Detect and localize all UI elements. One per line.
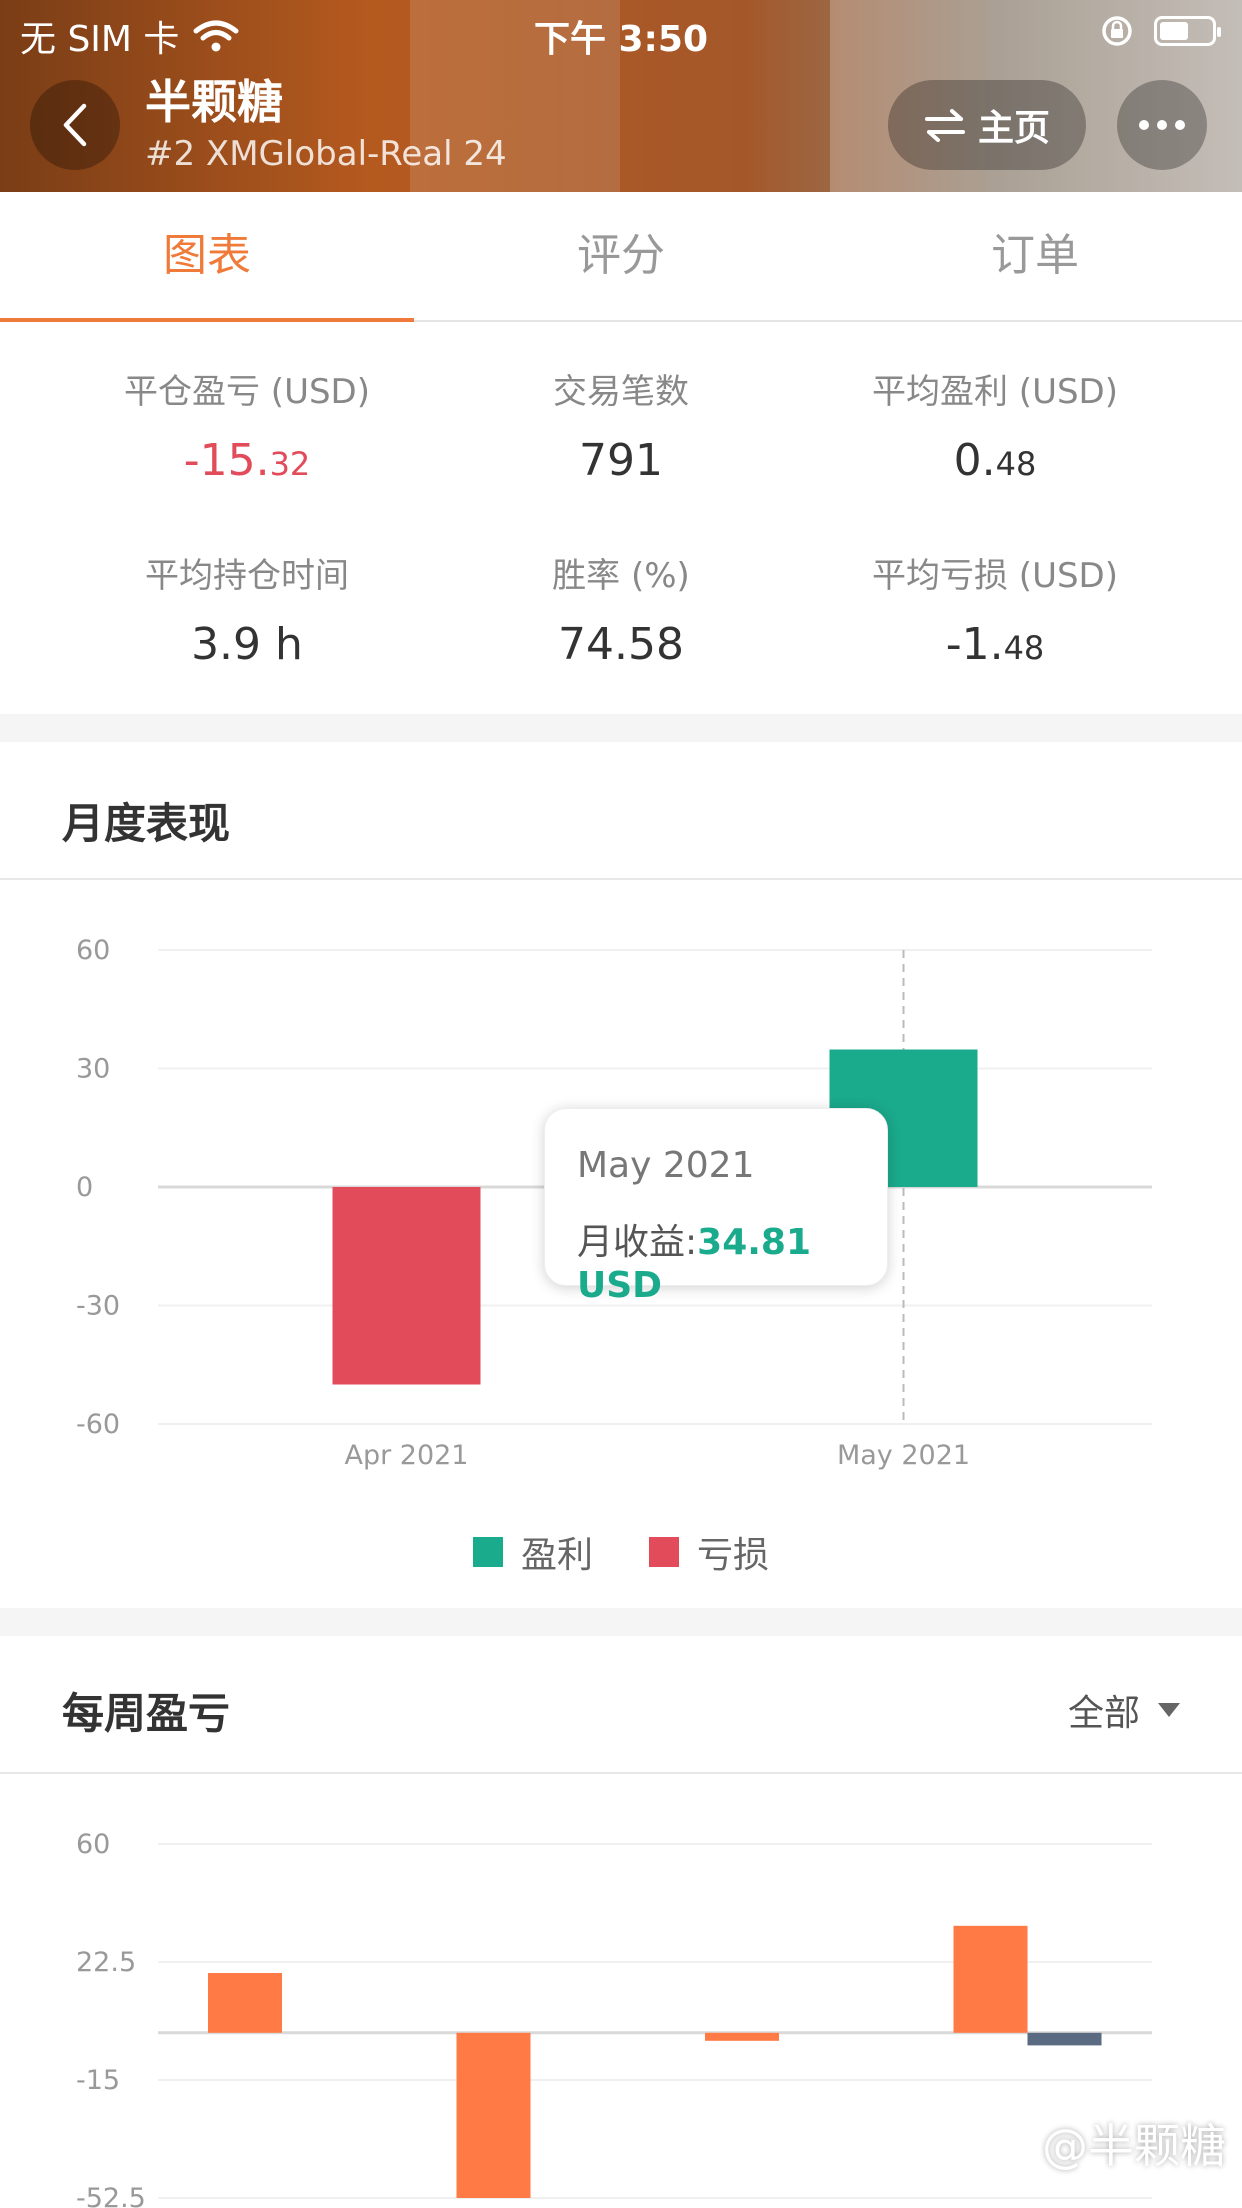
weekly-bar (456, 2032, 531, 2198)
stat-value: 0.48 (953, 435, 1037, 486)
stat-value: 791 (579, 435, 663, 486)
stat-value: 74.58 (558, 619, 684, 670)
page-title: 半颗糖 (145, 75, 283, 129)
account-subtitle: #2 XMGlobal-Real 24 (145, 134, 507, 174)
x-tick-label: May 2021 (837, 1440, 970, 1471)
chart-tooltip: May 2021 月收益:34.81 USD (544, 1108, 888, 1306)
weekly-bar (953, 1925, 1028, 2033)
section-title: 月度表现 (62, 799, 231, 848)
rotation-lock-icon (1102, 16, 1132, 46)
stat-avg-profit: 平均盈利 (USD) 0.48 (788, 364, 1202, 486)
weekly-bar (1027, 2032, 1102, 2046)
section-divider (0, 878, 1242, 880)
tab-orders[interactable]: 订单 (828, 192, 1242, 322)
y-tick-label: -52.5 (76, 2183, 146, 2208)
legend-swatch (649, 1537, 679, 1567)
weekly-bar (208, 1973, 282, 2033)
stat-label: 交易笔数 (553, 372, 689, 412)
legend-swatch (472, 1537, 503, 1567)
watermark: @半颗糖 (1042, 2119, 1226, 2173)
weekly-bar (705, 2032, 779, 2041)
y-tick-label: -30 (76, 1291, 120, 1322)
stat-avg-loss: 平均亏损 (USD) -1.48 (788, 548, 1202, 670)
stat-value: -15.32 (183, 435, 311, 486)
tooltip-value: 月收益:34.81 USD (577, 1222, 812, 1306)
legend-item-loss[interactable]: 亏损 (649, 1526, 769, 1578)
profile-header: 无 SIM 卡 下午 3:50 半颗糖 #2 XMGlobal-Real 24 (0, 0, 1242, 192)
chevron-left-icon (63, 103, 87, 147)
swap-arrows-icon (924, 109, 965, 142)
stat-value: 3.9 h (191, 619, 303, 670)
stat-avg-hold-time: 平均持仓时间 3.9 h (40, 548, 454, 670)
y-tick-label: -60 (76, 1409, 120, 1440)
back-button[interactable] (30, 80, 120, 170)
period-filter-dropdown[interactable]: 全部 (1068, 1684, 1180, 1736)
stat-value: -1.48 (945, 619, 1045, 670)
section-title: 每周盈亏 (62, 1689, 231, 1738)
chart-legend: 盈利 亏损 (0, 1526, 1242, 1578)
y-tick-label: 30 (76, 1054, 110, 1085)
y-tick-label: -15 (76, 2065, 120, 2096)
home-button-label: 主页 (977, 108, 1050, 149)
tab-chart[interactable]: 图表 (0, 192, 414, 322)
more-dots-icon (1139, 120, 1185, 130)
stat-label: 平仓盈亏 (USD) (124, 372, 370, 412)
tooltip-month: May 2021 (577, 1145, 755, 1186)
bar-loss (332, 1187, 481, 1385)
caret-down-icon (1158, 1703, 1180, 1717)
stat-label: 平均持仓时间 (145, 556, 349, 596)
filter-label: 全部 (1067, 1693, 1140, 1734)
home-button[interactable]: 主页 (888, 80, 1086, 170)
status-bar: 无 SIM 卡 下午 3:50 (0, 0, 1242, 62)
legend-item-profit[interactable]: 盈利 (472, 1526, 593, 1578)
legend-label: 盈利 (520, 1535, 593, 1576)
section-divider (0, 1772, 1242, 1774)
more-button[interactable] (1117, 80, 1207, 170)
stat-label: 胜率 (%) (552, 556, 690, 596)
y-tick-label: 60 (76, 935, 110, 966)
stat-closed-pnl: 平仓盈亏 (USD) -15.32 (40, 364, 454, 486)
stat-label: 平均亏损 (USD) (872, 556, 1118, 596)
stat-win-rate: 胜率 (%) 74.58 (414, 548, 828, 670)
stats-panel: 平仓盈亏 (USD) -15.32 交易笔数 791 平均盈利 (USD) 0.… (0, 322, 1242, 714)
legend-label: 亏损 (697, 1535, 770, 1576)
y-tick-label: 60 (76, 1829, 110, 1860)
y-tick-label: 0 (76, 1172, 93, 1203)
battery-icon (1154, 16, 1221, 46)
y-tick-label: 22.5 (76, 1947, 136, 1978)
stat-label: 平均盈利 (USD) (872, 372, 1118, 412)
tab-bar: 图表 评分 订单 (0, 192, 1242, 324)
tab-rating[interactable]: 评分 (414, 192, 828, 322)
clock: 下午 3:50 (533, 19, 709, 60)
stat-trade-count: 交易笔数 791 (414, 364, 828, 486)
x-tick-label: Apr 2021 (344, 1440, 468, 1471)
